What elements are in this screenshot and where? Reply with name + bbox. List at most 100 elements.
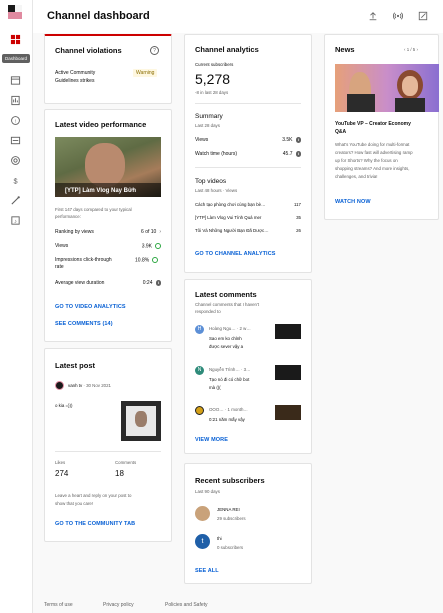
metric-value: 0:24: [142, 280, 153, 287]
live-icon[interactable]: [390, 8, 406, 24]
check-circle-icon: [152, 257, 159, 263]
comment-meta: Hoàng Ngu… · 2 w…: [209, 326, 251, 331]
audio-library-icon[interactable]: ♪: [8, 213, 22, 227]
page-title: Channel dashboard: [47, 10, 150, 22]
comments-icon[interactable]: !: [8, 113, 22, 127]
subscriber-name[interactable]: JENNA REI: [217, 507, 240, 512]
analytics-icon[interactable]: [8, 93, 22, 107]
subscribers-period: Last 90 days: [195, 489, 220, 494]
metric-label: Views: [55, 243, 69, 250]
view-more-comments-link[interactable]: VIEW MORE: [195, 437, 228, 443]
privacy-link[interactable]: Privacy policy: [103, 602, 134, 608]
dashboard-icon[interactable]: [8, 32, 22, 46]
comments-title: Latest comments: [195, 290, 257, 299]
go-to-channel-analytics-link[interactable]: GO TO CHANNEL ANALYTICS: [195, 251, 276, 257]
comment-video-thumbnail[interactable]: [275, 324, 301, 339]
summary-label: Views: [195, 137, 209, 144]
summary-label: Watch time (hours): [195, 151, 238, 158]
news-page-indicator: 1 / 5: [406, 47, 416, 52]
go-to-community-tab-link[interactable]: GO TO THE COMMUNITY TAB: [55, 521, 135, 527]
content-icon[interactable]: [8, 73, 22, 87]
channel-violations-card: Channel violations ? Active Community Gu…: [44, 34, 172, 104]
comment-time: · 1 month…: [224, 407, 248, 412]
comment-time: · 3…: [240, 367, 251, 372]
analytics-title: Channel analytics: [195, 45, 259, 54]
comment-video-thumbnail[interactable]: [275, 405, 301, 420]
create-post-icon[interactable]: [415, 8, 431, 24]
post-text: o kia =))): [55, 403, 73, 408]
comment-text: 0:21 năm mấy vậy: [209, 417, 245, 422]
policies-link[interactable]: Policies and Safety: [165, 602, 208, 608]
post-date: 30 Nov 2021: [86, 383, 111, 388]
likes-value: 274: [55, 469, 69, 478]
metric-ctr-value: 10.8%: [135, 257, 159, 263]
top-videos-period: Last 48 hours · Views: [195, 188, 238, 193]
top-video-views: 26: [296, 228, 301, 233]
svg-text:♪: ♪: [14, 218, 17, 224]
subscriber-count: 29 subscribers: [217, 516, 246, 521]
chevron-left-icon[interactable]: ‹: [404, 47, 405, 52]
commenter-avatar: N: [195, 366, 204, 375]
commenter-name: Nguyễn Trình…: [209, 367, 240, 372]
metric-ranking-row[interactable]: Ranking by views 6 of 10 ›: [55, 229, 161, 235]
copyright-icon[interactable]: [8, 153, 22, 167]
upload-icon[interactable]: [365, 8, 381, 24]
post-image[interactable]: [121, 401, 161, 441]
metric-label: Average view duration: [55, 280, 105, 287]
subscribers-value: 5,278: [195, 71, 231, 87]
channel-analytics-card: Channel analytics Current subscribers 5,…: [184, 34, 312, 273]
see-comments-link[interactable]: SEE COMMENTS (14): [55, 321, 113, 327]
see-all-subscribers-link[interactable]: SEE ALL: [195, 568, 219, 574]
comments-label: Comments: [115, 460, 137, 465]
top-video-row[interactable]: Tôi Và Những Người Bạn Đã Dược… 26: [195, 228, 301, 233]
news-body-2: creators? How fast will advertising ramp: [335, 150, 413, 155]
video-performance-title: Latest video performance: [55, 120, 147, 129]
subscriber-avatar[interactable]: t: [195, 534, 210, 549]
customization-icon[interactable]: [8, 193, 22, 207]
metric-value: 6 of 10: [141, 229, 157, 235]
post-author-avatar: [55, 381, 64, 390]
subtitles-icon[interactable]: [8, 133, 22, 147]
video-thumbnail[interactable]: [YTP] Làm Vlog Nay Bửh: [55, 137, 161, 197]
commenter-avatar: [195, 406, 204, 415]
subscriber-count: 0 subscribers: [217, 545, 244, 550]
info-icon: i: [295, 151, 301, 157]
post-prompt-2: show that you care!: [55, 501, 94, 506]
summary-row: Watch time (hours) 45.7 i: [195, 151, 301, 157]
earn-icon[interactable]: $: [8, 173, 22, 187]
news-image[interactable]: [335, 64, 439, 112]
sidebar-tooltip: Dashboard: [2, 54, 31, 63]
info-icon: i: [295, 137, 301, 143]
chevron-right-icon[interactable]: ›: [416, 47, 417, 52]
comment-text: mà (((: [209, 385, 221, 390]
metric-label: Ranking by views: [55, 229, 94, 235]
summary-period: Last 28 days: [195, 123, 220, 128]
chevron-right-icon: ›: [159, 229, 161, 235]
top-video-row[interactable]: [YTP] Làm Vlog Vui Tính Quá mer 35: [195, 215, 301, 220]
violations-label-1: Active Community: [55, 70, 96, 76]
comment-video-thumbnail[interactable]: [275, 365, 301, 380]
subscriber-name[interactable]: thi: [217, 536, 222, 541]
comments-value: 18: [115, 469, 124, 478]
terms-link[interactable]: Terms of use: [44, 602, 73, 608]
top-video-title: Tôi Và Những Người Bạn Đã Dược…: [195, 228, 269, 233]
channel-avatar[interactable]: [8, 5, 22, 19]
metric-value: 3.9K: [141, 243, 152, 250]
news-headline-1: YouTube VP – Creator Economy: [335, 121, 411, 127]
warning-badge: Warning: [133, 69, 158, 77]
top-video-row[interactable]: Cách tạo phòng chơi cùng bạn bè… 117: [195, 202, 301, 207]
compare-text-2: performance:: [55, 214, 81, 219]
watch-now-link[interactable]: WATCH NOW: [335, 199, 371, 205]
top-video-views: 117: [294, 202, 301, 207]
metric-label: rate: [55, 264, 64, 270]
comments-subtitle-1: Channel comments that I haven't: [195, 302, 260, 307]
compare-text-1: First 147 days compared to your typical: [55, 207, 132, 212]
commenter-avatar: H: [195, 325, 204, 334]
metric-views-row: Views 3.9K: [55, 243, 161, 249]
latest-post-title: Latest post: [55, 361, 96, 370]
latest-comments-card: Latest comments Channel comments that I …: [184, 279, 312, 454]
thumbnail-caption: [YTP] Làm Vlog Nay Bửh: [65, 188, 137, 194]
help-icon[interactable]: ?: [150, 46, 159, 55]
subscriber-avatar[interactable]: [195, 506, 210, 521]
go-to-video-analytics-link[interactable]: GO TO VIDEO ANALYTICS: [55, 304, 126, 310]
